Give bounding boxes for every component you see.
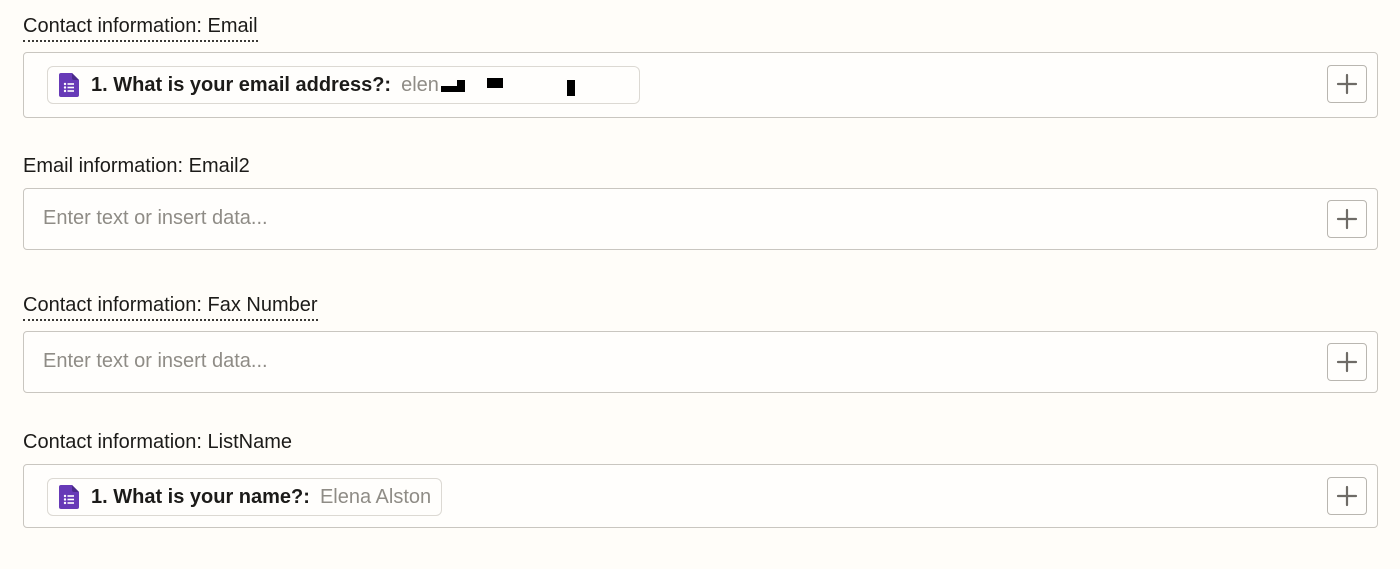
plus-icon xyxy=(1336,208,1358,230)
google-forms-icon xyxy=(59,485,79,509)
email-input[interactable]: 1. What is your email address?: elen xyxy=(23,52,1378,118)
fax-number-input[interactable]: Enter text or insert data... xyxy=(23,331,1378,393)
email2-input[interactable]: Enter text or insert data... xyxy=(23,188,1378,250)
insert-data-button[interactable] xyxy=(1327,477,1367,515)
pill-question: 1. What is your email address?: xyxy=(91,73,392,96)
field-label: Contact information: Fax Number xyxy=(23,293,318,321)
input-placeholder: Enter text or insert data... xyxy=(43,350,268,372)
pill-value: elen xyxy=(401,73,439,96)
plus-icon xyxy=(1336,351,1358,373)
field-label: Email information: Email2 xyxy=(23,155,250,177)
insert-data-button[interactable] xyxy=(1327,65,1367,103)
data-pill[interactable]: 1. What is your name?: Elena Alston xyxy=(47,478,443,516)
insert-data-button[interactable] xyxy=(1327,343,1367,381)
input-placeholder: Enter text or insert data... xyxy=(43,207,268,229)
listname-input[interactable]: 1. What is your name?: Elena Alston xyxy=(23,464,1378,528)
pill-question: 1. What is your name?: xyxy=(91,485,310,508)
redaction-mark xyxy=(439,74,629,96)
insert-data-button[interactable] xyxy=(1327,200,1367,238)
google-forms-icon xyxy=(59,73,79,97)
data-pill[interactable]: 1. What is your email address?: elen xyxy=(47,66,640,104)
plus-icon xyxy=(1336,485,1358,507)
plus-icon xyxy=(1336,73,1358,95)
field-label: Contact information: ListName xyxy=(23,431,293,453)
pill-value: Elena Alston xyxy=(319,485,432,508)
field-label: Contact information: Email xyxy=(23,14,258,42)
